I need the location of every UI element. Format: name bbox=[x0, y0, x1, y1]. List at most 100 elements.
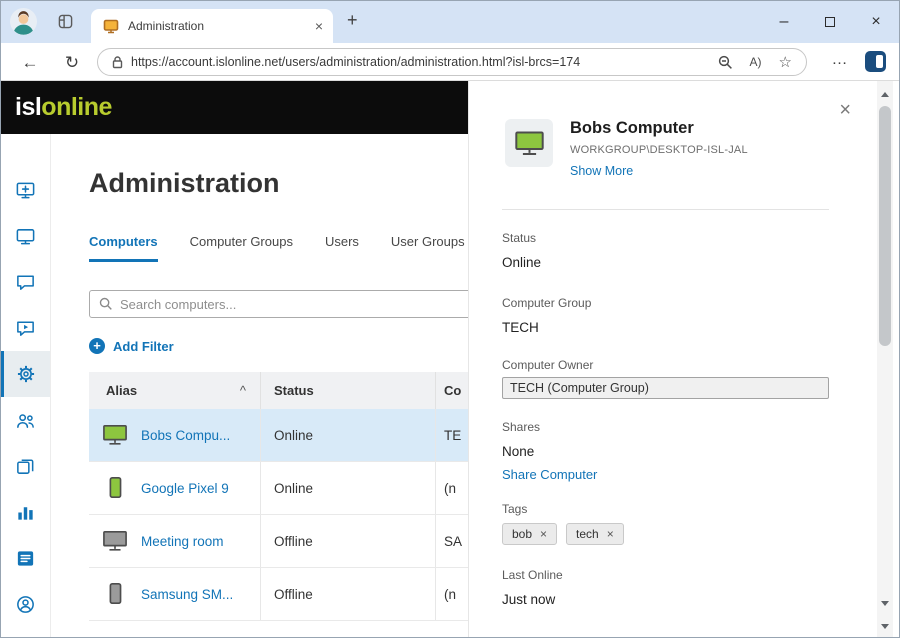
table-row[interactable]: Google Pixel 9 Online (n bbox=[89, 462, 468, 515]
page-title: Administration bbox=[89, 168, 280, 199]
bar-chart-icon bbox=[15, 502, 36, 523]
phone-green-icon bbox=[101, 476, 129, 500]
tab-user-groups[interactable]: User Groups bbox=[391, 234, 465, 262]
computer-monitor-green-icon bbox=[101, 423, 129, 447]
window-controls: – × bbox=[761, 1, 899, 43]
computer-owner-input[interactable]: TECH (Computer Group) bbox=[502, 377, 829, 399]
arrow-down-icon bbox=[881, 601, 889, 606]
last-online-value: Just now bbox=[502, 592, 555, 607]
more-menu-button[interactable]: … bbox=[827, 47, 853, 73]
plus-icon: + bbox=[89, 338, 105, 354]
group-cell: TE bbox=[436, 409, 468, 461]
tag-remove-icon[interactable]: × bbox=[607, 527, 614, 541]
share-computer-link[interactable]: Share Computer bbox=[502, 467, 597, 482]
tab-computers[interactable]: Computers bbox=[89, 234, 158, 262]
computer-alias-link[interactable]: Bobs Compu... bbox=[141, 428, 230, 443]
status-header-label: Status bbox=[274, 383, 314, 398]
panel-close-icon[interactable]: × bbox=[839, 99, 851, 122]
tab-close-icon[interactable]: × bbox=[315, 18, 323, 34]
status-cell: Online bbox=[261, 409, 436, 461]
tab-title: Administration bbox=[128, 19, 315, 33]
workspaces-icon[interactable] bbox=[58, 14, 73, 29]
tab-users[interactable]: Users bbox=[325, 234, 359, 262]
read-aloud-icon[interactable]: A) bbox=[750, 55, 762, 69]
tag-chip[interactable]: tech × bbox=[566, 523, 624, 545]
column-header-group[interactable]: Co bbox=[436, 372, 468, 409]
status-cell: Offline bbox=[261, 568, 436, 620]
alias-header-label: Alias bbox=[106, 383, 137, 398]
video-chat-icon bbox=[15, 318, 36, 339]
minimize-button[interactable]: – bbox=[761, 1, 807, 43]
tag-chip[interactable]: bob × bbox=[502, 523, 557, 545]
sidebar-item-settings[interactable] bbox=[1, 351, 50, 397]
scroll-thumb[interactable] bbox=[879, 106, 891, 346]
column-header-status[interactable]: Status bbox=[261, 372, 436, 409]
sidebar-item-chat[interactable] bbox=[1, 259, 50, 305]
search-icon bbox=[99, 297, 113, 311]
sidebar-item-reports[interactable] bbox=[1, 489, 50, 535]
left-sidebar bbox=[1, 134, 51, 638]
browser-window: Administration × + – × ← ↻ https://accou… bbox=[0, 0, 900, 638]
sidebar-item-account[interactable] bbox=[1, 581, 50, 627]
search-box bbox=[89, 290, 468, 318]
computer-tile bbox=[505, 119, 553, 167]
computer-summary: Bobs Computer WORKGROUP\DESKTOP-ISL-JAL … bbox=[505, 119, 748, 178]
sidebar-item-logs[interactable] bbox=[1, 535, 50, 581]
section-tabs: Computers Computer Groups Users User Gro… bbox=[89, 234, 465, 262]
table-row[interactable]: Samsung SM... Offline (n bbox=[89, 568, 468, 621]
table-header-row: Alias ^ Status Co bbox=[89, 372, 468, 409]
scroll-up-button[interactable] bbox=[877, 86, 893, 102]
computer-alias-link[interactable]: Google Pixel 9 bbox=[141, 481, 229, 496]
status-label: Status bbox=[502, 231, 536, 245]
url-text[interactable]: https://account.islonline.net/users/admi… bbox=[131, 55, 580, 69]
tag-label: tech bbox=[576, 527, 599, 541]
computer-alias-link[interactable]: Meeting room bbox=[141, 534, 224, 549]
table-row[interactable]: Bobs Compu... Online TE bbox=[89, 409, 468, 462]
sidebar-item-users[interactable] bbox=[1, 397, 50, 443]
browser-tab[interactable]: Administration × bbox=[91, 9, 333, 43]
web-page: islonline bbox=[1, 81, 900, 638]
close-button[interactable]: × bbox=[853, 1, 899, 43]
maximize-button[interactable] bbox=[807, 1, 853, 43]
refresh-button[interactable]: ↻ bbox=[59, 50, 85, 76]
scroll-down-button[interactable] bbox=[877, 618, 893, 634]
logo-online: online bbox=[41, 93, 112, 121]
tab-favicon-icon bbox=[103, 18, 119, 34]
column-header-alias[interactable]: Alias ^ bbox=[89, 372, 261, 409]
computer-alias-link[interactable]: Samsung SM... bbox=[141, 587, 233, 602]
arrow-down-icon bbox=[881, 624, 889, 629]
site-header: islonline bbox=[1, 81, 468, 134]
computer-details-panel: × Bobs Computer WORKGROUP\DESKTOP-ISL-JA… bbox=[468, 81, 877, 638]
tag-remove-icon[interactable]: × bbox=[540, 527, 547, 541]
zoom-icon[interactable] bbox=[718, 55, 733, 70]
tab-computer-groups[interactable]: Computer Groups bbox=[190, 234, 293, 262]
add-filter-button[interactable]: + Add Filter bbox=[89, 338, 174, 354]
back-button[interactable]: ← bbox=[17, 50, 43, 76]
search-input[interactable] bbox=[120, 297, 468, 312]
page-scrollbar[interactable] bbox=[877, 81, 893, 638]
islonline-logo[interactable]: islonline bbox=[15, 93, 112, 122]
computers-icon bbox=[15, 226, 36, 247]
show-more-link[interactable]: Show More bbox=[570, 164, 748, 178]
address-bar-icons: A) ☆ bbox=[718, 53, 792, 71]
shares-label: Shares bbox=[502, 420, 540, 434]
sidebar-item-computers[interactable] bbox=[1, 213, 50, 259]
address-bar[interactable]: https://account.islonline.net/users/admi… bbox=[97, 48, 807, 76]
profile-avatar[interactable] bbox=[10, 8, 37, 35]
sidebar-item-sessions[interactable] bbox=[1, 443, 50, 489]
sort-asc-icon[interactable]: ^ bbox=[240, 383, 246, 398]
browser-navbar: ← ↻ https://account.islonline.net/users/… bbox=[1, 43, 899, 81]
account-icon bbox=[15, 594, 36, 615]
scroll-down-button[interactable] bbox=[877, 595, 893, 611]
sidebar-item-add-computer[interactable] bbox=[1, 167, 50, 213]
tag-label: bob bbox=[512, 527, 532, 541]
last-online-label: Last Online bbox=[502, 568, 563, 582]
gear-icon bbox=[15, 363, 37, 385]
new-tab-button[interactable]: + bbox=[347, 10, 358, 31]
split-screen-icon[interactable] bbox=[865, 51, 886, 72]
table-row[interactable]: Meeting room Offline SA bbox=[89, 515, 468, 568]
computer-monitor-gray-icon bbox=[101, 529, 129, 553]
divider bbox=[502, 209, 829, 210]
favorites-star-icon[interactable]: ☆ bbox=[779, 53, 792, 71]
sidebar-item-video-chat[interactable] bbox=[1, 305, 50, 351]
